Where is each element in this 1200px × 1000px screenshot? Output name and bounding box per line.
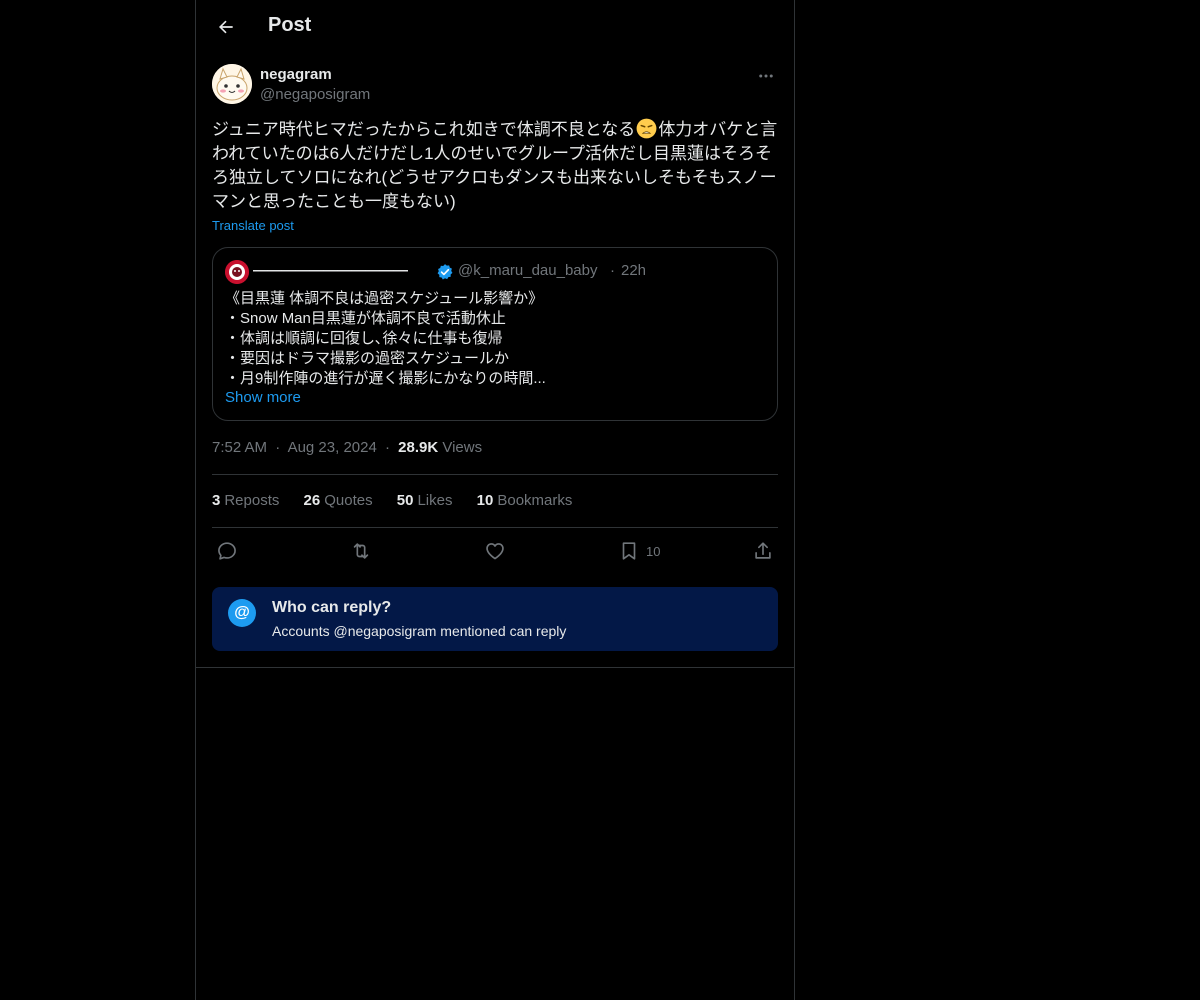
post-date[interactable]: Aug 23, 2024: [288, 439, 377, 456]
like-button[interactable]: [484, 538, 506, 564]
reply-button[interactable]: [216, 538, 238, 564]
views-count: 28.9K: [398, 439, 439, 456]
quote-body: 《目黒蓮 体調不良は過密スケジュール影響か》 ・Snow Man目黒蓮が体調不良…: [225, 289, 765, 389]
bookmark-button[interactable]: 10: [618, 538, 660, 564]
cartoon-face-avatar: [212, 64, 252, 104]
meta-separator: ·: [275, 439, 281, 456]
arrow-left-icon: [219, 20, 233, 34]
quotes-label: Quotes: [324, 492, 373, 509]
more-options-button[interactable]: [754, 64, 778, 88]
ellipsis-icon: [759, 74, 773, 78]
reposts-label: Reposts: [224, 492, 280, 509]
quote-author-name: ———————————: [253, 262, 408, 279]
quote-line: ・月9制作陣の進行が遅く撮影にかなりの時間...: [225, 370, 546, 387]
share-button[interactable]: [752, 538, 774, 564]
reposts-count: 3: [212, 492, 221, 509]
post-text: ジュニア時代ヒマだったからこれ如きで体調不良となる 体力オバケと言われていたのは6…: [212, 118, 780, 214]
quote-line: ・Snow Man目黒蓮が体調不良で活動休止: [225, 310, 506, 327]
repost-icon: [353, 543, 369, 559]
weary-face-emoji: [636, 118, 657, 139]
at-sign-icon: @: [228, 599, 256, 627]
bookmarks-label: Bookmarks: [497, 492, 573, 509]
post-header: Post: [196, 0, 794, 54]
bookmarks-count: 10: [476, 492, 494, 509]
quoted-post-card[interactable]: ——————————— @k_maru_dau_baby · 22h 《目黒蓮 …: [212, 247, 778, 421]
likes-stat[interactable]: 50 Likes: [397, 492, 453, 509]
translate-post-link[interactable]: Translate post: [212, 218, 294, 233]
back-button[interactable]: [208, 9, 244, 45]
quote-line: 《目黒蓮 体調不良は過密スケジュール影響か》: [225, 290, 544, 307]
author-display-name[interactable]: negagram: [260, 66, 332, 83]
quote-separator: ·: [610, 262, 615, 279]
share-icon: [755, 542, 771, 559]
post-time[interactable]: 7:52 AM: [212, 439, 267, 456]
quotes-stat[interactable]: 26 Quotes: [304, 492, 373, 509]
who-can-reply-title: Who can reply?: [272, 599, 392, 616]
quote-line: ・体調は順調に回復し､徐々に仕事も復帰: [225, 330, 503, 347]
author-handle[interactable]: @negaposigram: [260, 86, 370, 103]
verified-badge-icon: [437, 264, 453, 280]
divider: [196, 667, 794, 668]
engagement-stats: 3 Reposts 26 Quotes 50 Likes 10 Bookmarks: [212, 492, 592, 509]
quote-timestamp: 22h: [621, 262, 647, 279]
post-column: Post negagram @negaposigram ジュニア時代ヒマだったか…: [195, 0, 795, 1000]
quote-avatar: [225, 260, 249, 284]
page-title: Post: [268, 14, 312, 36]
who-can-reply-box: @ Who can reply? Accounts @negaposigram …: [212, 587, 778, 651]
likes-count: 50: [396, 492, 414, 509]
quote-author-handle: @k_maru_dau_baby: [458, 262, 598, 279]
meta-separator: ·: [384, 439, 390, 456]
divider: [212, 474, 778, 475]
bookmarks-stat[interactable]: 10 Bookmarks: [477, 492, 573, 509]
quotes-count: 26: [303, 492, 321, 509]
who-can-reply-description: Accounts @negaposigram mentioned can rep…: [272, 623, 567, 639]
repost-button[interactable]: [350, 538, 372, 564]
bookmark-count: 10: [646, 543, 661, 559]
likes-label: Likes: [417, 492, 453, 509]
heart-icon: [486, 543, 504, 560]
author-row: negagram @negaposigram: [212, 64, 778, 108]
views-label: Views: [442, 439, 483, 456]
show-more-link[interactable]: Show more: [225, 389, 301, 406]
reposts-stat[interactable]: 3 Reposts: [212, 492, 279, 509]
bookmark-icon: [622, 542, 636, 560]
quote-line: ・要因はドラマ撮影の過密スケジュールか: [225, 350, 509, 367]
post-text-part-1: ジュニア時代ヒマだったからこれ如きで体調不良となる: [212, 120, 636, 139]
reply-icon: [218, 542, 236, 560]
quote-avatar-image: [225, 260, 249, 284]
avatar[interactable]: [212, 64, 252, 104]
post-meta: 7:52 AM · Aug 23, 2024 · 28.9K Views: [212, 439, 482, 456]
divider: [212, 527, 778, 528]
